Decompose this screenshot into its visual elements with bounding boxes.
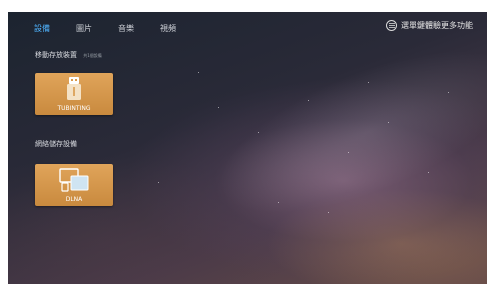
device-tile-dlna[interactable]: DLNA [35, 164, 113, 206]
device-tile-label: DLNA [65, 196, 83, 203]
tv-screen: 設備 圖片 音樂 視頻 選單鍵體驗更多功能 移動存放裝置 共1個設備 TUBIN… [8, 12, 487, 284]
usb-drive-icon [67, 77, 81, 105]
device-tile-label: TUBINTING [57, 105, 91, 112]
section-title-removable-storage: 移動存放裝置 共1個設備 [35, 50, 102, 60]
tab-video[interactable]: 視頻 [160, 23, 176, 34]
section-title-network-storage: 網絡儲存設備 [35, 139, 77, 149]
menu-lines-icon [386, 20, 397, 31]
tab-devices[interactable]: 設備 [34, 23, 50, 34]
tab-pictures[interactable]: 圖片 [76, 23, 92, 34]
section-title-text: 移動存放裝置 [35, 51, 77, 59]
tab-music[interactable]: 音樂 [118, 23, 134, 34]
milky-way-background [197, 16, 487, 248]
section-device-count: 共1個設備 [83, 53, 102, 58]
network-devices-icon [59, 168, 89, 196]
device-tile-tubinting[interactable]: TUBINTING [35, 73, 113, 115]
section-title-text: 網絡儲存設備 [35, 140, 77, 148]
top-tab-bar: 設備 圖片 音樂 視頻 [34, 23, 202, 34]
menu-hint-text: 選單鍵體驗更多功能 [401, 21, 473, 30]
menu-hint: 選單鍵體驗更多功能 [386, 20, 473, 31]
